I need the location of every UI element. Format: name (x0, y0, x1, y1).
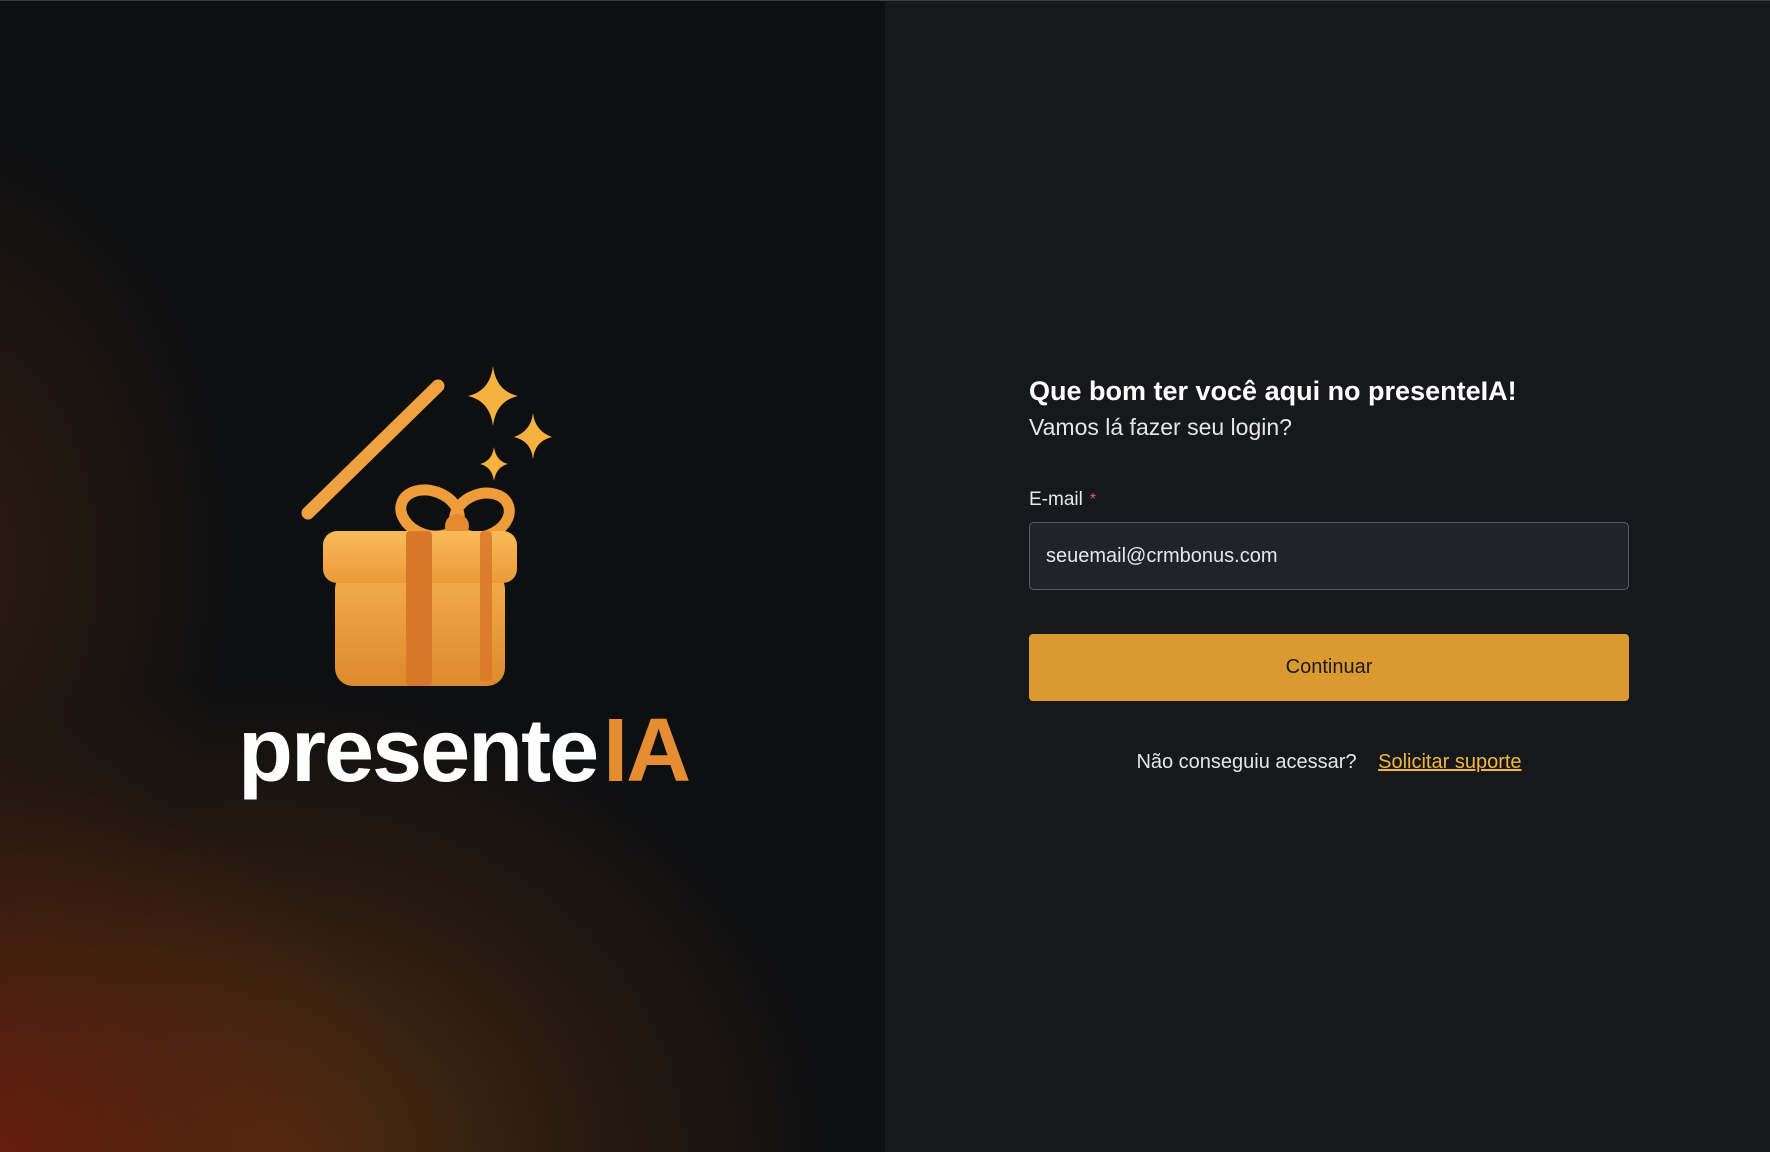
brand-panel: presenteIA (0, 1, 885, 1152)
login-form: Que bom ter você aqui no presenteIA! Vam… (1029, 373, 1629, 774)
logo-text-white: presente (238, 701, 599, 801)
support-link[interactable]: Solicitar suporte (1378, 751, 1521, 773)
sparkle-icon (480, 447, 508, 481)
login-panel: Que bom ter você aqui no presenteIA! Vam… (885, 1, 1770, 1152)
logo-text-orange: IA (603, 701, 691, 801)
gift-box-with-magic-wand-icon (301, 366, 552, 686)
presenteia-logo: presenteIA (238, 701, 691, 801)
page-title: Que bom ter você aqui no presenteIA! (1029, 376, 1517, 406)
login-page: presenteIA Que bom ter você aqui no pres… (0, 0, 1770, 1152)
email-label-text: E-mail (1029, 489, 1083, 510)
required-marker: * (1089, 491, 1097, 508)
email-field[interactable] (1029, 522, 1629, 590)
help-text: Não conseguiu acessar? (1136, 751, 1357, 773)
page-subtitle: Vamos lá fazer seu login? (1029, 414, 1292, 440)
sparkle-icon (468, 366, 518, 426)
support-row: Não conseguiu acessar? Solicitar suporte (1029, 751, 1629, 774)
sparkle-icon (514, 413, 552, 459)
continue-button[interactable]: Continuar (1029, 634, 1629, 701)
email-label: E-mail * (1029, 488, 1629, 512)
